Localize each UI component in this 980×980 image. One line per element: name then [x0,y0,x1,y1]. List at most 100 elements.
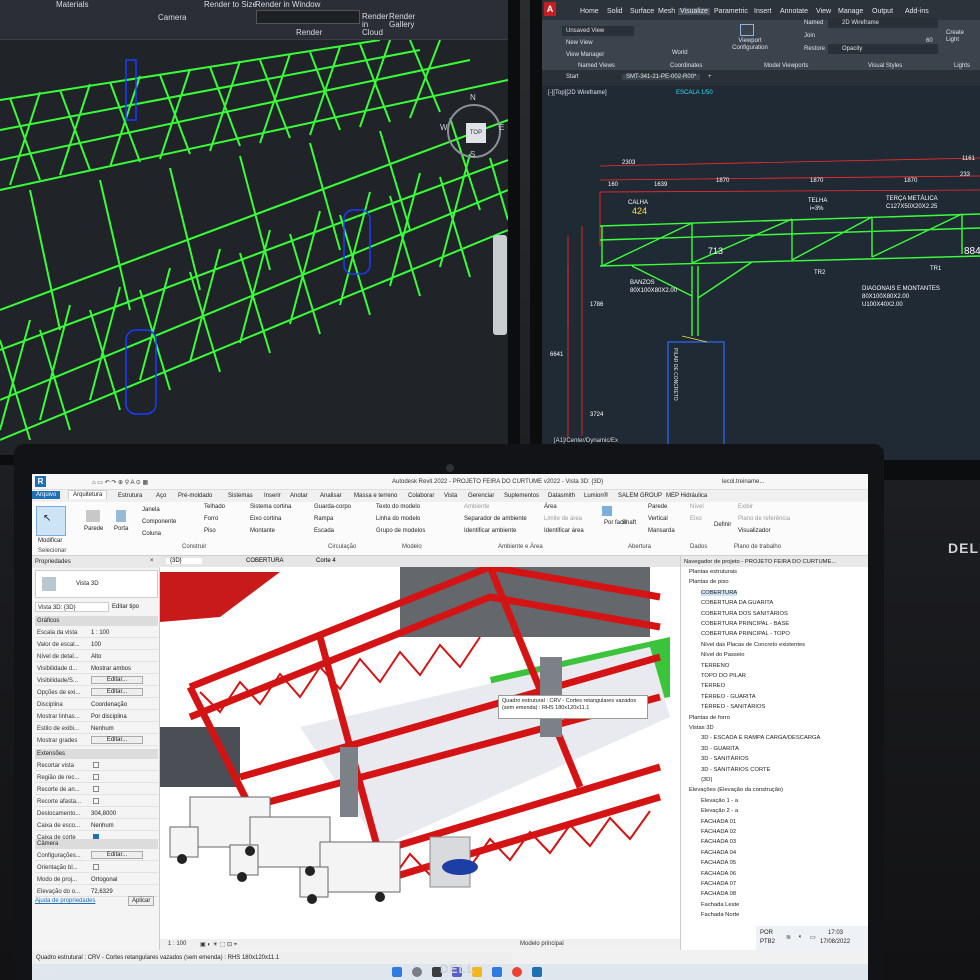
graficos-row[interactable]: Valor de escal... 100 [35,639,158,650]
extensoes-row[interactable]: Recorte afasta... [35,796,158,807]
browser-view-item[interactable]: FACHADA 02 [701,829,736,835]
property-checkbox[interactable] [93,786,99,792]
graficos-value[interactable]: Coordenação [91,702,127,708]
view-tab-3d[interactable]: {3D} [166,558,202,564]
view-tab-cobertura[interactable]: COBERTURA [246,558,284,564]
tab-addins[interactable]: Add-ins [905,8,929,15]
graficos-row[interactable]: Escala da vista 1 : 100 [35,627,158,638]
keyboard-indicator[interactable]: PTB2 [760,939,775,945]
render-gallery-button[interactable]: Render Gallery [389,13,415,29]
graficos-value[interactable]: Nenhum [91,726,114,732]
group-selecionar[interactable]: Selecionar [38,548,66,554]
chrome-icon[interactable] [512,967,522,977]
3d-model-viewport[interactable]: TOP N S W E [0,39,508,455]
compass-east[interactable]: E [499,123,504,132]
graficos-value[interactable]: Mostrar ambos [91,666,131,672]
camera-row[interactable]: Configurações... Editar... [35,850,158,861]
view-cube-top-face[interactable]: TOP [466,123,486,143]
extensoes-row[interactable]: Região de rec... [35,772,158,783]
area-button[interactable]: Área [544,504,557,510]
browser-view-item[interactable]: TÉRREO [701,683,725,689]
property-checkbox[interactable] [93,774,99,780]
sistema-cortina-button[interactable]: Sistema cortina [250,504,291,510]
browser-view-item[interactable]: TÉRREO - GUARITA [701,694,756,700]
compass-west[interactable]: W [440,123,448,132]
modificar-button[interactable]: ↖ [36,506,66,536]
tab-massa-terreno[interactable]: Massa e terreno [354,493,397,499]
tab-anotar[interactable]: Anotar [290,493,308,499]
tab-arquivo[interactable]: Arquivo [32,491,61,499]
componente-button[interactable]: Componente [142,519,176,525]
browser-view-item[interactable]: COBERTURA [701,589,738,596]
extensoes-row[interactable]: Recortar vista [35,760,158,771]
montante-button[interactable]: Montante [250,528,275,534]
editar-button[interactable]: Editar... [91,676,143,684]
edge-icon[interactable] [492,967,502,977]
mansarda-button[interactable]: Mansarda [648,528,675,534]
tab-estrutura[interactable]: Estrutura [118,493,142,499]
plano-referencia-button[interactable]: Plano de referência [738,516,790,522]
tab-salem-group[interactable]: SALEM GROUP [618,493,662,499]
render-to-size-label[interactable]: Render to Size [204,0,257,9]
view-tab-corte4[interactable]: Corte 4 [316,558,336,564]
extensoes-row[interactable]: Recorte de an... [35,784,158,795]
ambiente-button[interactable]: Ambiente [464,504,489,510]
browser-view-item[interactable]: Elevação 2 - a [701,808,738,814]
view-control-icons[interactable]: ▣ ◐ ☀ ⬚ ⊡ ⌖ [200,941,237,949]
extensoes-value[interactable]: Nenhum [91,823,114,829]
clock-time[interactable]: 17:03 [828,930,843,936]
identificar-area-button[interactable]: Identificar área [544,528,584,534]
tab-insert[interactable]: Insert [754,8,772,15]
tab-arquitetura[interactable]: Arquitetura [68,490,108,499]
browser-category[interactable]: Elevações (Elevação da construção) [689,787,783,793]
render-preset-dropdown[interactable] [256,10,360,24]
rampa-button[interactable]: Rampa [314,516,333,522]
revit-logo-icon[interactable]: R [35,476,46,487]
user-account[interactable]: lecol.treiname... [722,479,764,485]
graficos-row[interactable]: Disciplina Coordenação [35,699,158,710]
create-light-button[interactable]: Create Light [946,30,976,44]
graficos-row[interactable]: Visibilidade d... Mostrar ambos [35,663,158,674]
graficos-value[interactable]: Por disciplina [91,714,127,720]
graficos-row[interactable]: Nível de detal... Alto [35,651,158,662]
graficos-value[interactable]: 100 [91,642,101,648]
browser-view-item[interactable]: COBERTURA PRINCIPAL - BASE [701,621,789,627]
browser-category[interactable]: Plantas de piso [689,579,729,585]
join-viewports-button[interactable]: Join [804,33,815,39]
tab-lumion[interactable]: Lumion® [584,493,608,499]
autocad-logo-icon[interactable]: A [544,2,556,16]
tab-vista[interactable]: Vista [444,493,457,499]
world-dropdown[interactable]: World [672,50,688,56]
browser-view-item[interactable]: COBERTURA DOS SANITÁRIOS [701,611,788,617]
extensoes-value[interactable]: 304,8000 [91,811,116,817]
graficos-value[interactable]: 1 : 100 [91,630,109,636]
tab-inserir[interactable]: Inserir [264,493,281,499]
property-checkbox[interactable] [93,762,99,768]
quick-access-toolbar[interactable]: ⌂ ▭ ↶ ↷ ⊕ ⚲ A ⊙ ▦ [92,479,148,486]
viewport-configuration-button[interactable]: Viewport Configuration [728,38,772,52]
extensoes-row[interactable]: Deslocamento... 304,8000 [35,808,158,819]
tab-parametric[interactable]: Parametric [714,8,748,15]
tab-pre-moldado[interactable]: Pré-moldado [178,493,212,499]
identificar-ambiente-button[interactable]: Identificar ambiente [464,528,516,534]
compass-north[interactable]: N [470,93,476,102]
abertura-parede-button[interactable]: Parede [648,504,667,510]
nivel-button[interactable]: Nível [690,504,704,510]
visualizador-button[interactable]: Visualizador [738,528,771,534]
forro-button[interactable]: Forro [204,516,218,522]
viewport-config-icon[interactable] [740,24,754,36]
render-in-window-label[interactable]: Render in Window [255,0,320,9]
restore-viewports-button[interactable]: Restore [804,46,825,52]
editar-tipo-button[interactable]: Editar tipo [112,604,139,610]
parede-button[interactable]: Parede [84,526,103,532]
graficos-row[interactable]: Estilo de exibi... Nenhum [35,723,158,734]
telhado-button[interactable]: Telhado [204,504,225,510]
start-icon[interactable] [392,967,402,977]
graficos-row[interactable]: Opções de exi... Editar... [35,687,158,698]
tab-gerenciar[interactable]: Gerenciar [468,493,494,499]
tab-analisar[interactable]: Analisar [320,493,342,499]
graficos-value[interactable]: Alto [91,654,101,660]
clock-date[interactable]: 17/08/2022 [820,939,850,945]
graficos-row[interactable]: Visibilidade/S... Editar... [35,675,158,686]
browser-view-item[interactable]: 3D - SANITÁRIOS CORTE [701,767,770,773]
